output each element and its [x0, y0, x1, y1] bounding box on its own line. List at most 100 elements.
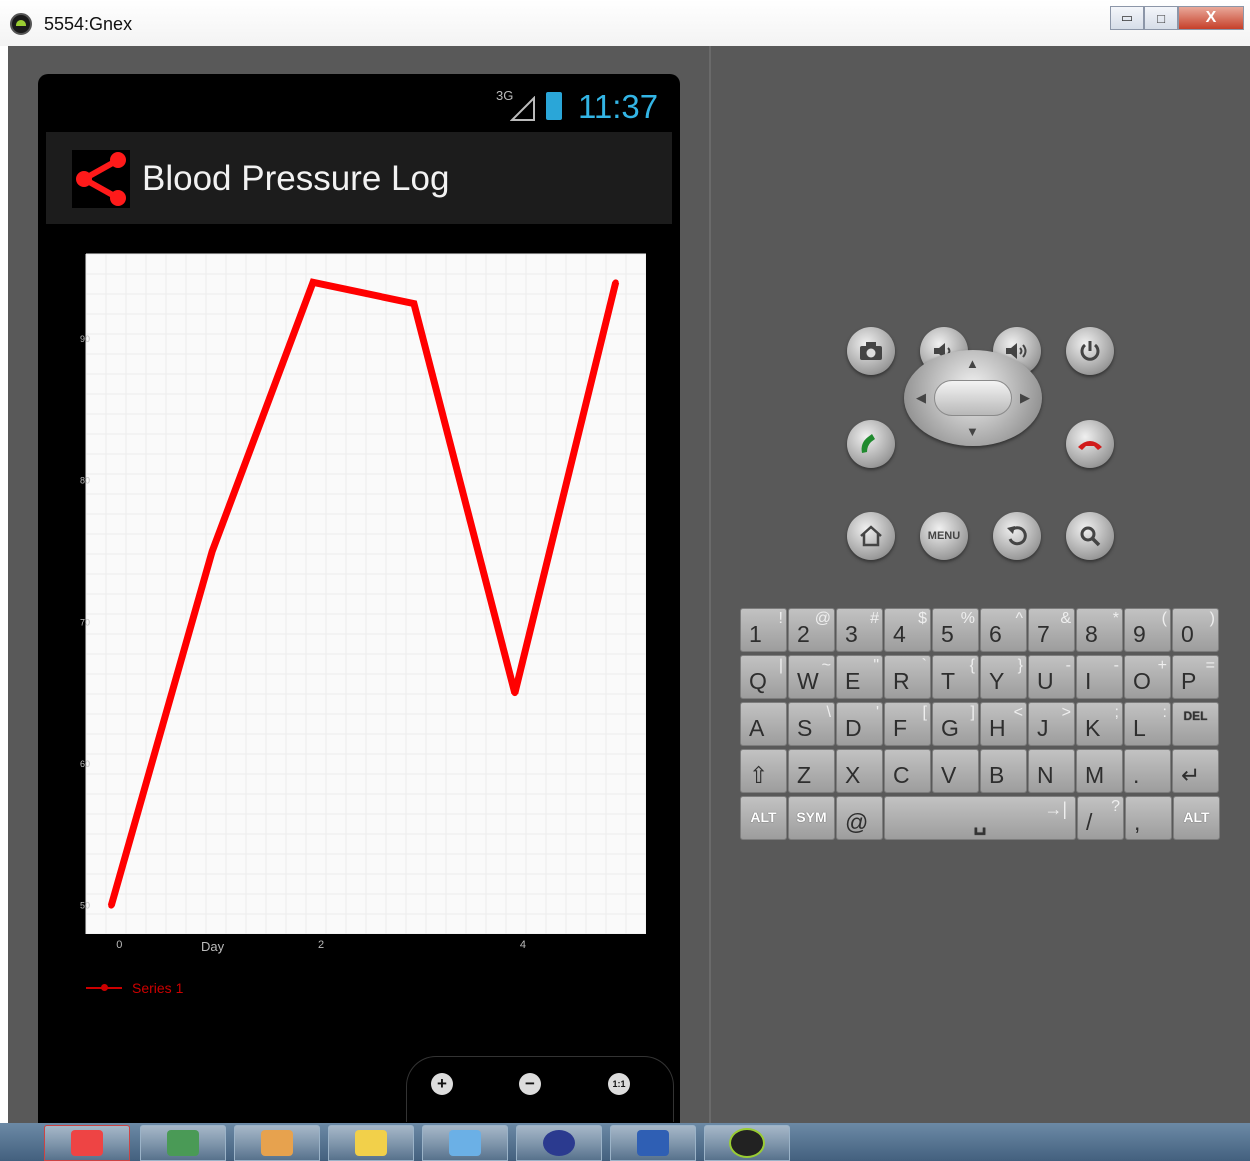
- network-type: 3G: [496, 88, 514, 103]
- blood-pressure-chart[interactable]: 50 60 70 80 90: [78, 246, 646, 934]
- key-space[interactable]: ␣ →|: [884, 796, 1076, 840]
- key-2-5[interactable]: H <: [980, 702, 1027, 746]
- series-1-point: [511, 690, 518, 697]
- key-0-3[interactable]: 4 $: [884, 608, 931, 652]
- back-button[interactable]: [993, 512, 1041, 560]
- key-1-5[interactable]: Y}: [980, 655, 1027, 699]
- window-title: 5554:Gnex: [44, 14, 133, 34]
- taskbar-snipping-tool[interactable]: [44, 1125, 130, 1161]
- key-3-5[interactable]: B: [980, 749, 1027, 793]
- key-2-4[interactable]: G]: [932, 702, 979, 746]
- key-3-6[interactable]: N: [1028, 749, 1075, 793]
- legend-series-name: Series 1: [132, 980, 184, 996]
- series-1-point: [310, 279, 317, 286]
- key-0-1[interactable]: 2 @: [788, 608, 835, 652]
- search-button[interactable]: [1066, 512, 1114, 560]
- home-button[interactable]: [847, 512, 895, 560]
- zoom-reset-button[interactable]: 1:1: [608, 1073, 630, 1095]
- dpad-down-icon[interactable]: ▼: [966, 424, 979, 439]
- key-0-0[interactable]: 1!: [740, 608, 787, 652]
- taskbar-messenger[interactable]: [422, 1125, 508, 1161]
- photo-viewer-icon: [261, 1130, 293, 1156]
- key-2-3[interactable]: F[: [884, 702, 931, 746]
- dpad[interactable]: ▲ ▼ ◀ ▶: [904, 350, 1042, 446]
- key-1-4[interactable]: T{: [932, 655, 979, 699]
- messenger-icon: [449, 1130, 481, 1156]
- taskbar-word[interactable]: [610, 1125, 696, 1161]
- key-2-6[interactable]: J >: [1028, 702, 1075, 746]
- key-2-8[interactable]: L:: [1124, 702, 1171, 746]
- dpad-left-icon[interactable]: ◀: [916, 390, 926, 406]
- key-1-1[interactable]: W ~: [788, 655, 835, 699]
- taskbar-photo-viewer[interactable]: [234, 1125, 320, 1161]
- key-3-8[interactable]: .: [1124, 749, 1171, 793]
- maximize-button[interactable]: □: [1144, 6, 1178, 30]
- status-bar: 3G 11:37: [38, 74, 680, 132]
- windows-live-icon: [355, 1130, 387, 1156]
- key-1-0[interactable]: Q |: [740, 655, 787, 699]
- x-tick-label: 4: [519, 939, 526, 951]
- dpad-up-icon[interactable]: ▲: [966, 356, 979, 371]
- key-0-7[interactable]: 8 *: [1076, 608, 1123, 652]
- key-at[interactable]: @: [836, 796, 883, 840]
- series-1-point: [410, 300, 417, 307]
- taskbar-eclipse[interactable]: [516, 1125, 602, 1161]
- taskbar-android-emulator[interactable]: [704, 1125, 790, 1161]
- series-1-point: [209, 548, 216, 555]
- key-2-7[interactable]: K;: [1076, 702, 1123, 746]
- battery-icon: [546, 92, 562, 120]
- power-button[interactable]: [1066, 327, 1114, 375]
- key-1-2[interactable]: E ": [836, 655, 883, 699]
- key-alt-left[interactable]: ALT: [740, 796, 787, 840]
- key-0-6[interactable]: 7 &: [1028, 608, 1075, 652]
- key-0-4[interactable]: 5%: [932, 608, 979, 652]
- key-0-9[interactable]: 0): [1172, 608, 1219, 652]
- series-1-point: [108, 902, 115, 909]
- key-1-3[interactable]: R `: [884, 655, 931, 699]
- zoom-in-button[interactable]: +: [431, 1073, 453, 1095]
- key-slash[interactable]: /?: [1077, 796, 1124, 840]
- key-3-2[interactable]: X: [836, 749, 883, 793]
- key-3-3[interactable]: C: [884, 749, 931, 793]
- home-icon: [860, 525, 882, 547]
- emulator-app-icon: [10, 13, 32, 35]
- taskbar-windows-live[interactable]: [328, 1125, 414, 1161]
- menu-button[interactable]: MENU: [920, 512, 968, 560]
- close-button[interactable]: X: [1178, 6, 1244, 30]
- key-2-0[interactable]: A: [740, 702, 787, 746]
- taskbar-hp-app[interactable]: [140, 1125, 226, 1161]
- call-button[interactable]: [847, 420, 895, 468]
- key-0-5[interactable]: 6 ^: [980, 608, 1027, 652]
- eclipse-icon: [543, 1130, 575, 1156]
- key-3-7[interactable]: M: [1076, 749, 1123, 793]
- camera-button[interactable]: [847, 327, 895, 375]
- window-title-bar: 5554:Gnex ▭ □ X: [0, 0, 1250, 46]
- key-2-9[interactable]: DEL: [1172, 702, 1219, 746]
- hardware-keyboard: ALT SYM @ ␣ →| /? , ALT 1! 2 @3 #4 $5% 6 ^ 7 & 8 * 9…: [732, 608, 1220, 843]
- y-tick-label: 70: [80, 617, 90, 627]
- dpad-center-button[interactable]: [934, 380, 1012, 416]
- dpad-right-icon[interactable]: ▶: [1020, 390, 1030, 406]
- key-comma[interactable]: ,: [1125, 796, 1172, 840]
- key-2-2[interactable]: D ': [836, 702, 883, 746]
- share-icon[interactable]: [72, 150, 130, 208]
- minimize-button[interactable]: ▭: [1110, 6, 1144, 30]
- key-1-7[interactable]: I-: [1076, 655, 1123, 699]
- end-call-button[interactable]: [1066, 420, 1114, 468]
- key-3-0[interactable]: ⇧: [740, 749, 787, 793]
- search-icon: [1080, 526, 1101, 547]
- key-2-1[interactable]: S \: [788, 702, 835, 746]
- key-0-8[interactable]: 9(: [1124, 608, 1171, 652]
- key-1-6[interactable]: U-: [1028, 655, 1075, 699]
- zoom-out-button[interactable]: −: [519, 1073, 541, 1095]
- key-0-2[interactable]: 3 #: [836, 608, 883, 652]
- key-1-8[interactable]: O +: [1124, 655, 1171, 699]
- key-alt-right[interactable]: ALT: [1173, 796, 1220, 840]
- key-3-1[interactable]: Z: [788, 749, 835, 793]
- key-1-9[interactable]: P =: [1172, 655, 1219, 699]
- key-sym[interactable]: SYM: [788, 796, 835, 840]
- series-1-point: [612, 279, 619, 286]
- hp-icon: [167, 1130, 199, 1156]
- key-3-4[interactable]: V: [932, 749, 979, 793]
- key-3-9[interactable]: ↵: [1172, 749, 1219, 793]
